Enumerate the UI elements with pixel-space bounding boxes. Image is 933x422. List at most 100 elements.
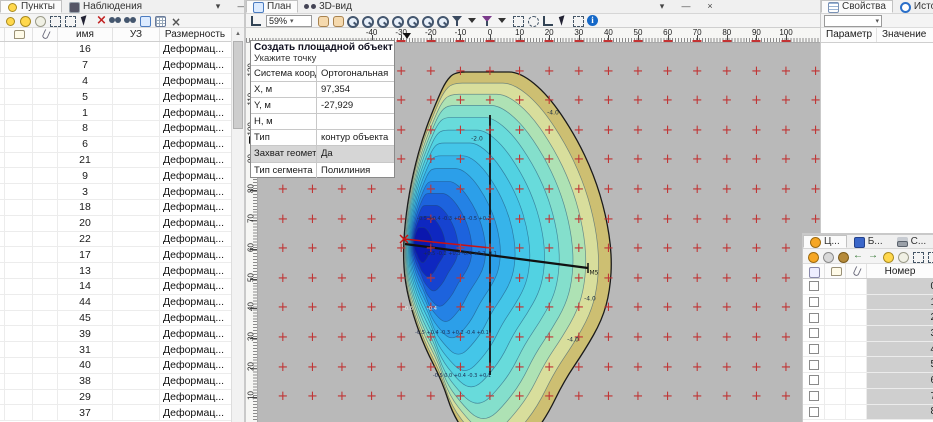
left-select-rect-icon[interactable] bbox=[47, 14, 62, 27]
table-row[interactable]: 39Деформац... bbox=[0, 326, 231, 342]
table-row[interactable]: 20Деформац... bbox=[0, 216, 231, 232]
tab-3d-вид[interactable]: 3D-вид bbox=[298, 0, 359, 13]
row-checkbox[interactable] bbox=[809, 375, 819, 385]
dimension-column-header[interactable]: Размерность bbox=[160, 28, 230, 41]
tab-история[interactable]: История bbox=[893, 0, 933, 13]
table-row[interactable]: 37Деформац... bbox=[0, 405, 231, 421]
dialog-field-row[interactable]: Захват геометрииДа bbox=[251, 145, 394, 161]
table-row[interactable]: 14Деформац... bbox=[0, 279, 231, 295]
properties-filter-combo[interactable]: ▾ bbox=[824, 15, 882, 27]
table-row[interactable]: 29Деформац... bbox=[0, 390, 231, 406]
number-column-header[interactable]: Номер bbox=[867, 264, 933, 278]
plan-zoom-out-icon[interactable] bbox=[345, 14, 360, 27]
cycle-row[interactable]: 7 bbox=[803, 389, 933, 405]
comment-column-header[interactable] bbox=[825, 264, 846, 278]
attachment-column-header[interactable] bbox=[33, 28, 58, 41]
zoom-level-combo[interactable]: 59% ▾ bbox=[266, 15, 312, 27]
table-row[interactable]: 1Деформац... bbox=[0, 105, 231, 121]
dialog-field-row[interactable]: Система коорди...Ортогональная bbox=[251, 65, 394, 81]
plan-corner-tool-icon[interactable] bbox=[540, 14, 555, 27]
dialog-field-value[interactable]: Ортогональная bbox=[317, 66, 394, 81]
tab-с-[interactable]: С... bbox=[890, 235, 933, 248]
table-row[interactable]: 31Деформац... bbox=[0, 342, 231, 358]
left-find-view-icon[interactable] bbox=[122, 14, 137, 27]
table-row[interactable]: 22Деформац... bbox=[0, 232, 231, 248]
tab-наблюдения[interactable]: Наблюдения bbox=[62, 0, 149, 13]
left-delete-icon[interactable] bbox=[92, 14, 107, 27]
plan-filter-drop-icon[interactable] bbox=[465, 14, 480, 27]
left-deselect-rect-icon[interactable] bbox=[62, 14, 77, 27]
cycle-row[interactable]: 0 bbox=[803, 279, 933, 295]
minimize-icon[interactable]: — bbox=[680, 1, 692, 12]
row-checkbox[interactable] bbox=[809, 360, 819, 370]
plan-pan-hand-icon[interactable] bbox=[315, 14, 330, 27]
table-row[interactable]: 45Деформац... bbox=[0, 311, 231, 327]
dialog-field-row[interactable]: Типконтур объекта bbox=[251, 129, 394, 145]
dialog-field-row[interactable]: Y, м-27,929 bbox=[251, 97, 394, 113]
window-menu-icon[interactable]: ▾ bbox=[212, 1, 224, 12]
parameter-column-header[interactable]: Параметр bbox=[821, 28, 877, 42]
cycles-swap-right-icon[interactable] bbox=[865, 250, 880, 263]
plan-zoom-in-icon[interactable] bbox=[360, 14, 375, 27]
cycles-select-rect-icon[interactable] bbox=[910, 250, 925, 263]
dialog-field-row[interactable]: Тип сегментаПолилиния bbox=[251, 162, 394, 178]
cycle-row[interactable]: 6 bbox=[803, 373, 933, 389]
cycles-bulb-on-icon[interactable] bbox=[880, 250, 895, 263]
window-menu-icon[interactable]: ▾ bbox=[656, 1, 668, 12]
scroll-up-icon[interactable]: ▲ bbox=[232, 28, 244, 40]
row-checkbox[interactable] bbox=[809, 281, 819, 291]
dialog-field-value[interactable]: 97,354 bbox=[317, 82, 394, 97]
left-tools-icon[interactable] bbox=[167, 14, 182, 27]
plan-filter-icon[interactable] bbox=[450, 14, 465, 27]
tab-б-[interactable]: Б... bbox=[847, 235, 890, 248]
cycles-clock-dark-icon[interactable] bbox=[835, 250, 850, 263]
dialog-field-value[interactable]: Да bbox=[317, 146, 394, 161]
plan-zoom-user-2-icon[interactable] bbox=[420, 14, 435, 27]
cycles-bulb-off-icon[interactable] bbox=[895, 250, 910, 263]
select-column-header[interactable] bbox=[803, 264, 825, 278]
left-table-scrollbar[interactable]: ▲ bbox=[231, 28, 244, 422]
plan-pan-hand-alt-icon[interactable] bbox=[330, 14, 345, 27]
dialog-field-row[interactable]: X, м97,354 bbox=[251, 81, 394, 97]
table-row[interactable]: 44Деформац... bbox=[0, 295, 231, 311]
row-checkbox[interactable] bbox=[809, 328, 819, 338]
plan-zoom-hand-icon[interactable] bbox=[390, 14, 405, 27]
table-row[interactable]: 13Деформац... bbox=[0, 263, 231, 279]
dialog-field-row[interactable]: Н, м bbox=[251, 113, 394, 129]
attachment-column-header[interactable] bbox=[846, 264, 867, 278]
table-row[interactable]: 5Деформац... bbox=[0, 89, 231, 105]
row-checkbox[interactable] bbox=[809, 297, 819, 307]
table-row[interactable]: 6Деформац... bbox=[0, 137, 231, 153]
table-row[interactable]: 9Деформац... bbox=[0, 168, 231, 184]
dialog-field-value[interactable]: -27,929 bbox=[317, 98, 394, 113]
comment-column-header[interactable] bbox=[5, 28, 33, 41]
left-bulb-off-icon[interactable] bbox=[32, 14, 47, 27]
tab-план[interactable]: План bbox=[246, 0, 298, 13]
table-row[interactable]: 17Деформац... bbox=[0, 247, 231, 263]
tab-свойства[interactable]: Свойства bbox=[821, 0, 893, 13]
cycle-row[interactable]: 2 bbox=[803, 310, 933, 326]
plan-zoom-build-icon[interactable] bbox=[375, 14, 390, 27]
cycle-row[interactable]: 1 bbox=[803, 295, 933, 311]
tab-пункты[interactable]: Пункты bbox=[0, 0, 62, 13]
uz-column-header[interactable]: УЗ bbox=[113, 28, 160, 41]
dock-corner-icon[interactable] bbox=[248, 14, 263, 27]
left-bulb-on-icon[interactable] bbox=[17, 14, 32, 27]
scrollbar-thumb[interactable] bbox=[233, 41, 243, 129]
left-table-grid-icon[interactable] bbox=[152, 14, 167, 27]
table-row[interactable]: 4Деформац... bbox=[0, 74, 231, 90]
dialog-field-value[interactable] bbox=[317, 114, 394, 129]
cycles-clock-orange-icon[interactable] bbox=[805, 250, 820, 263]
dialog-field-value[interactable]: Полилиния bbox=[317, 163, 394, 178]
plan-filter-alt-icon[interactable] bbox=[480, 14, 495, 27]
table-row[interactable]: 8Деформац... bbox=[0, 121, 231, 137]
table-row[interactable]: 40Деформац... bbox=[0, 358, 231, 374]
table-row[interactable]: 38Деформац... bbox=[0, 374, 231, 390]
plan-select-dashed-rect-icon[interactable] bbox=[570, 14, 585, 27]
plan-pointer-icon[interactable] bbox=[555, 14, 570, 27]
row-checkbox[interactable] bbox=[809, 407, 819, 417]
dialog-field-value[interactable]: контур объекта bbox=[317, 130, 394, 145]
cycles-swap-left-icon[interactable] bbox=[850, 250, 865, 263]
left-points-edit-icon[interactable] bbox=[2, 14, 17, 27]
table-row[interactable]: 7Деформац... bbox=[0, 58, 231, 74]
